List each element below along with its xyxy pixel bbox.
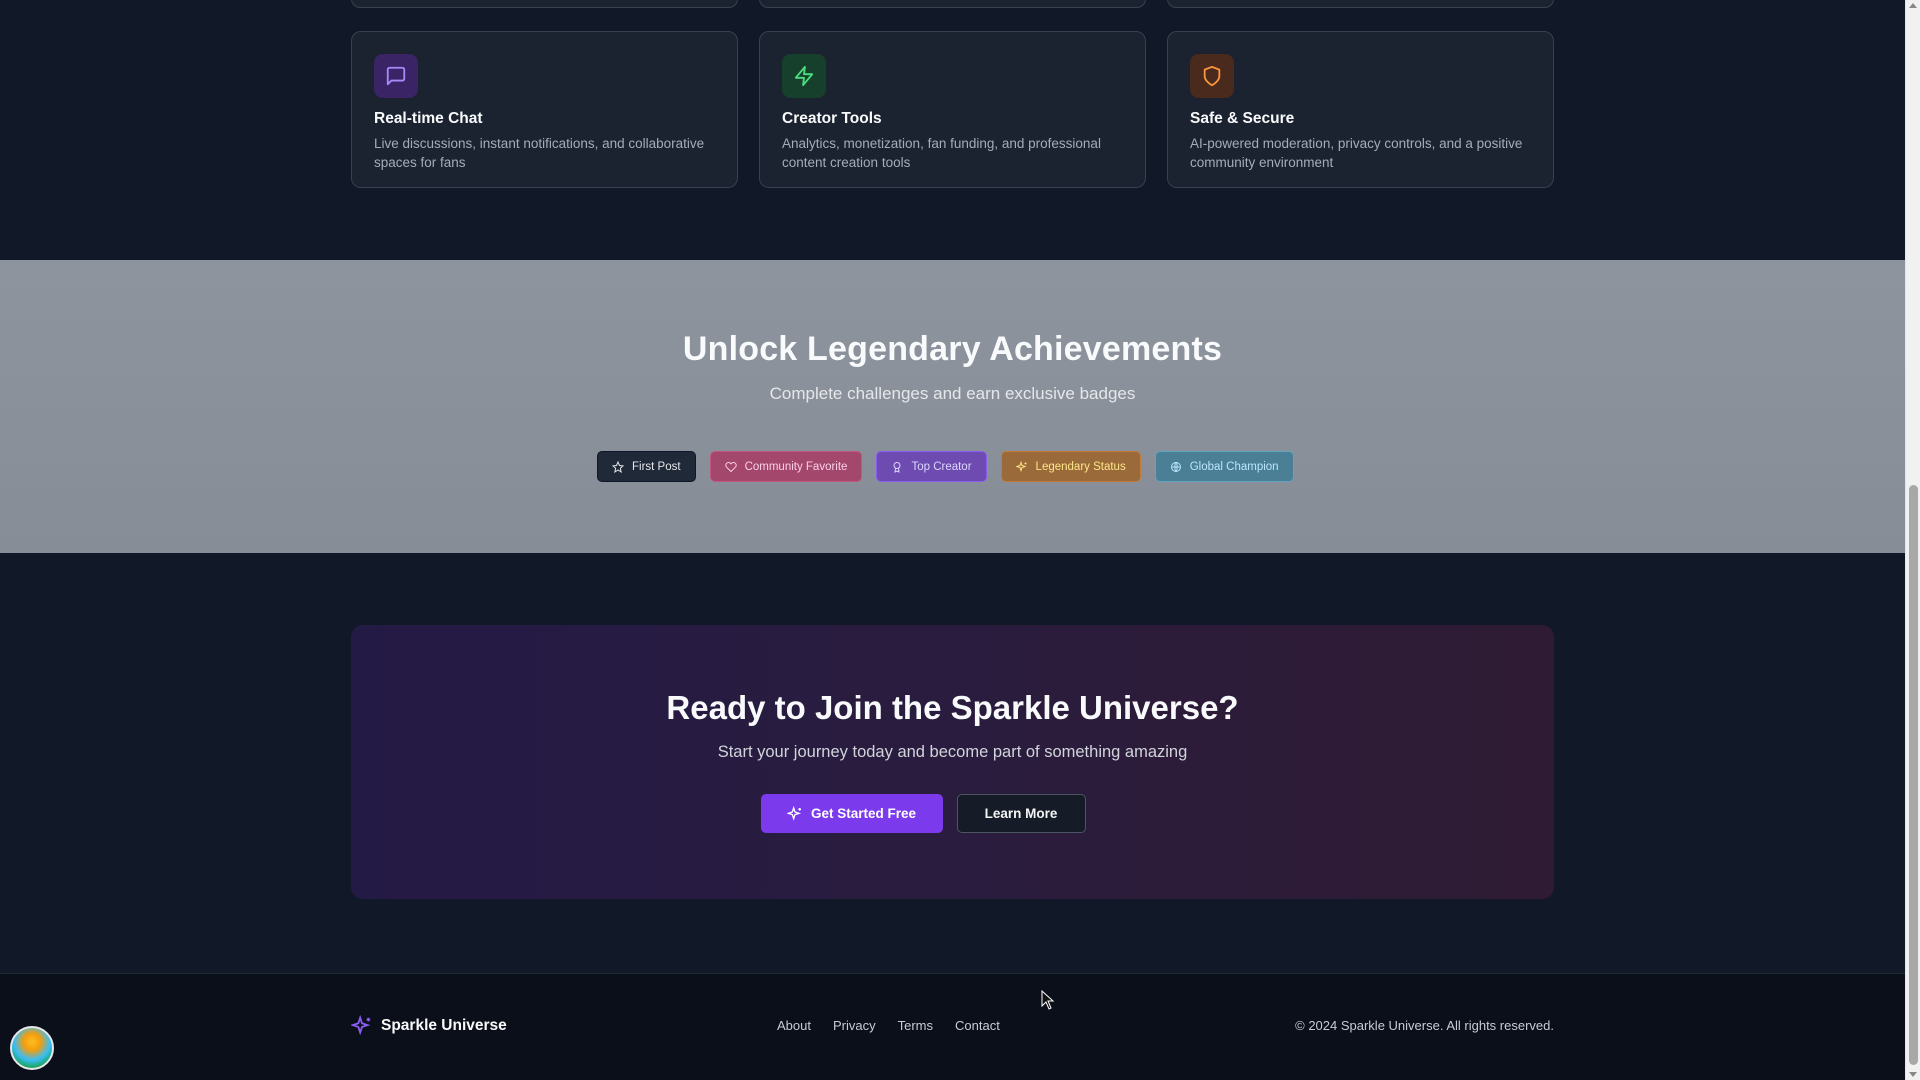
badge-label: Community Favorite bbox=[744, 460, 848, 473]
avatar[interactable] bbox=[10, 1026, 54, 1070]
feature-card-stub bbox=[759, 0, 1146, 8]
badge-list: First Post Community Favorite Top Creato… bbox=[597, 451, 1294, 482]
get-started-button[interactable]: Get Started Free bbox=[760, 794, 943, 833]
footer-link-contact[interactable]: Contact bbox=[955, 1018, 1000, 1033]
cta-title: Ready to Join the Sparkle Universe? bbox=[666, 689, 1239, 726]
heart-icon bbox=[724, 461, 737, 472]
badge-first-post[interactable]: First Post bbox=[597, 451, 696, 482]
feature-title: Safe & Secure bbox=[1190, 110, 1295, 127]
feature-card-stub bbox=[351, 0, 738, 8]
sparkle-icon bbox=[1015, 460, 1027, 472]
mouse-cursor-icon bbox=[1041, 989, 1055, 1015]
footer-brand[interactable]: Sparkle Universe bbox=[351, 1015, 507, 1037]
cta-button-row: Get Started Free Learn More bbox=[351, 794, 1554, 833]
footer-link-privacy[interactable]: Privacy bbox=[833, 1018, 876, 1033]
sparkle-icon bbox=[351, 1015, 371, 1036]
cta-section: Ready to Join the Sparkle Universe? Star… bbox=[0, 553, 1905, 973]
badge-global-champion[interactable]: Global Champion bbox=[1154, 451, 1294, 482]
footer-link-terms[interactable]: Terms bbox=[898, 1018, 933, 1033]
globe-icon bbox=[1170, 461, 1181, 472]
shield-icon bbox=[1190, 54, 1234, 98]
learn-more-button[interactable]: Learn More bbox=[956, 794, 1086, 833]
chat-bubble-icon bbox=[374, 54, 418, 98]
feature-description: AI-powered moderation, privacy controls,… bbox=[1190, 136, 1523, 170]
feature-title: Real-time Chat bbox=[374, 110, 483, 127]
badge-top-creator[interactable]: Top Creator bbox=[876, 451, 987, 482]
badge-label: Top Creator bbox=[911, 460, 972, 473]
star-icon bbox=[612, 460, 624, 473]
badge-label: Global Champion bbox=[1189, 460, 1279, 473]
feature-card-creator: Creator Tools Analytics, monetization, f… bbox=[759, 31, 1146, 188]
brand-name: Sparkle Universe bbox=[381, 1017, 507, 1034]
page: Real-time Chat Live discussions, instant… bbox=[0, 0, 1905, 1080]
achievements-title: Unlock Legendary Achievements bbox=[682, 330, 1223, 368]
achievements-subtitle: Complete challenges and earn exclusive b… bbox=[769, 384, 1136, 403]
achievements-section: Unlock Legendary Achievements Complete c… bbox=[0, 260, 1905, 553]
scroll-down-arrow-icon[interactable] bbox=[1909, 1072, 1917, 1077]
badge-community-favorite[interactable]: Community Favorite bbox=[709, 451, 863, 482]
trophy-icon bbox=[893, 461, 901, 473]
feature-card-chat: Real-time Chat Live discussions, instant… bbox=[351, 31, 738, 188]
footer-link-about[interactable]: About bbox=[777, 1018, 811, 1033]
vertical-scrollbar[interactable] bbox=[1905, 0, 1920, 1080]
get-started-label: Get Started Free bbox=[810, 806, 917, 821]
sparkle-icon bbox=[786, 805, 802, 821]
features-section: Real-time Chat Live discussions, instant… bbox=[0, 0, 1905, 260]
feature-title: Creator Tools bbox=[782, 110, 882, 127]
cta-subtitle: Start your journey today and become part… bbox=[717, 743, 1188, 761]
scroll-up-arrow-icon[interactable] bbox=[1909, 3, 1917, 8]
feature-description: Analytics, monetization, fan funding, an… bbox=[782, 136, 1101, 170]
badge-label: Legendary Status bbox=[1035, 460, 1126, 473]
cta-panel: Ready to Join the Sparkle Universe? Star… bbox=[351, 625, 1554, 899]
feature-card-stub bbox=[1167, 0, 1554, 8]
lightning-icon bbox=[782, 54, 826, 98]
feature-card-secure: Safe & Secure AI-powered moderation, pri… bbox=[1167, 31, 1554, 188]
footer: Sparkle Universe About Privacy Terms Con… bbox=[0, 973, 1905, 1080]
badge-legendary-status[interactable]: Legendary Status bbox=[1000, 451, 1141, 482]
badge-label: First Post bbox=[632, 460, 681, 473]
scroll-thumb[interactable] bbox=[1909, 485, 1918, 1065]
footer-nav: About Privacy Terms Contact bbox=[777, 1018, 1000, 1033]
copyright: © 2024 Sparkle Universe. All rights rese… bbox=[1295, 1018, 1554, 1033]
feature-description: Live discussions, instant notifications,… bbox=[374, 136, 705, 170]
